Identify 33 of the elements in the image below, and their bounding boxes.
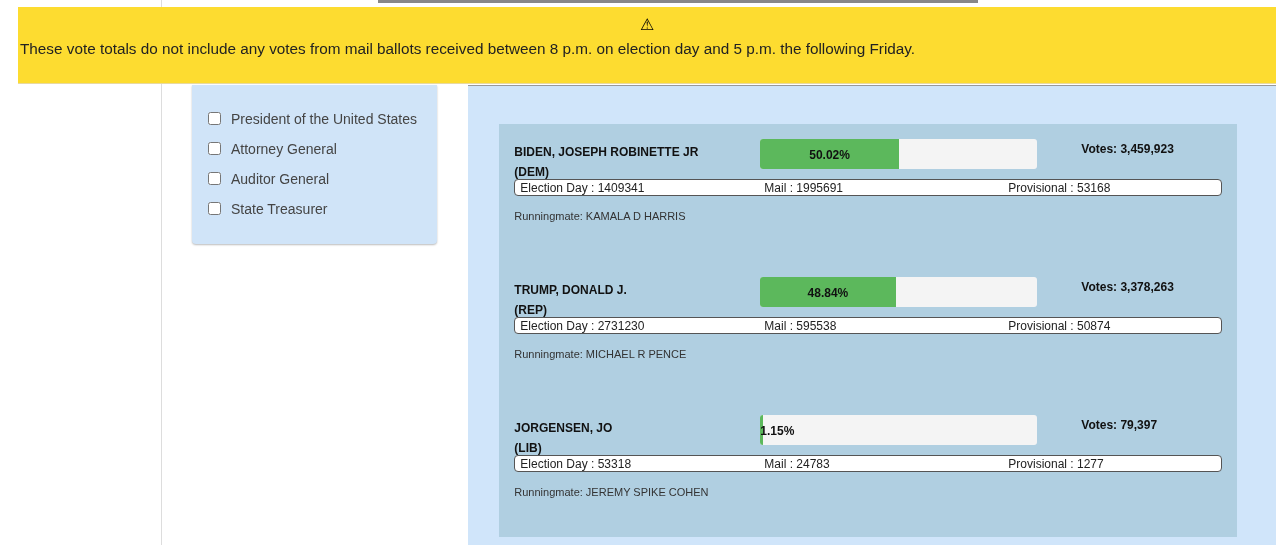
office-label[interactable]: Auditor General bbox=[231, 170, 330, 187]
mail-count: Mail : 595538 bbox=[764, 318, 838, 333]
warning-icon: ⚠ bbox=[640, 16, 654, 34]
office-label[interactable]: Attorney General bbox=[231, 140, 337, 157]
provisional-count: Provisional : 53168 bbox=[1008, 180, 1111, 195]
mail-count: Mail : 24783 bbox=[764, 456, 831, 471]
party-label: (DEM) bbox=[514, 164, 550, 181]
vote-total: Votes: 3,459,923 bbox=[1081, 141, 1174, 158]
candidate-name: JORGENSEN, JO bbox=[514, 420, 614, 437]
election-day-count: Election Day : 2731230 bbox=[520, 318, 646, 333]
provisional-count: Provisional : 1277 bbox=[1008, 456, 1104, 471]
runningmate-text: Runningmate: KAMALA D HARRIS bbox=[514, 210, 687, 222]
candidate-name: TRUMP, DONALD J. bbox=[514, 282, 628, 299]
office-checkbox[interactable] bbox=[208, 172, 221, 185]
party-label: (LIB) bbox=[514, 440, 543, 457]
vote-total: Votes: 79,397 bbox=[1081, 417, 1158, 434]
vote-total: Votes: 3,378,263 bbox=[1081, 279, 1174, 296]
party-label: (REP) bbox=[514, 302, 548, 319]
office-label[interactable]: State Treasurer bbox=[231, 200, 328, 217]
office-checkbox[interactable] bbox=[208, 112, 221, 125]
notice-text: These vote totals do not include any votes from mail ballots received between 8 p.m. on election day and 5 p.m. the following Friday. bbox=[20, 40, 917, 58]
office-label[interactable]: President of the United States bbox=[231, 110, 417, 127]
runningmate-text: Runningmate: MICHAEL R PENCE bbox=[514, 348, 688, 360]
election-day-count: Election Day : 1409341 bbox=[520, 180, 646, 195]
office-checkbox[interactable] bbox=[208, 142, 221, 155]
office-checkbox[interactable] bbox=[208, 202, 221, 215]
provisional-count: Provisional : 50874 bbox=[1008, 318, 1111, 333]
election-day-count: Election Day : 53318 bbox=[520, 456, 633, 471]
candidate-name: BIDEN, JOSEPH ROBINETTE JR bbox=[514, 144, 700, 161]
percent-label: 48.84% bbox=[806, 286, 850, 300]
mail-count: Mail : 1995691 bbox=[764, 180, 845, 195]
percent-label: 50.02% bbox=[808, 148, 851, 162]
runningmate-text: Runningmate: JEREMY SPIKE COHEN bbox=[514, 486, 710, 498]
